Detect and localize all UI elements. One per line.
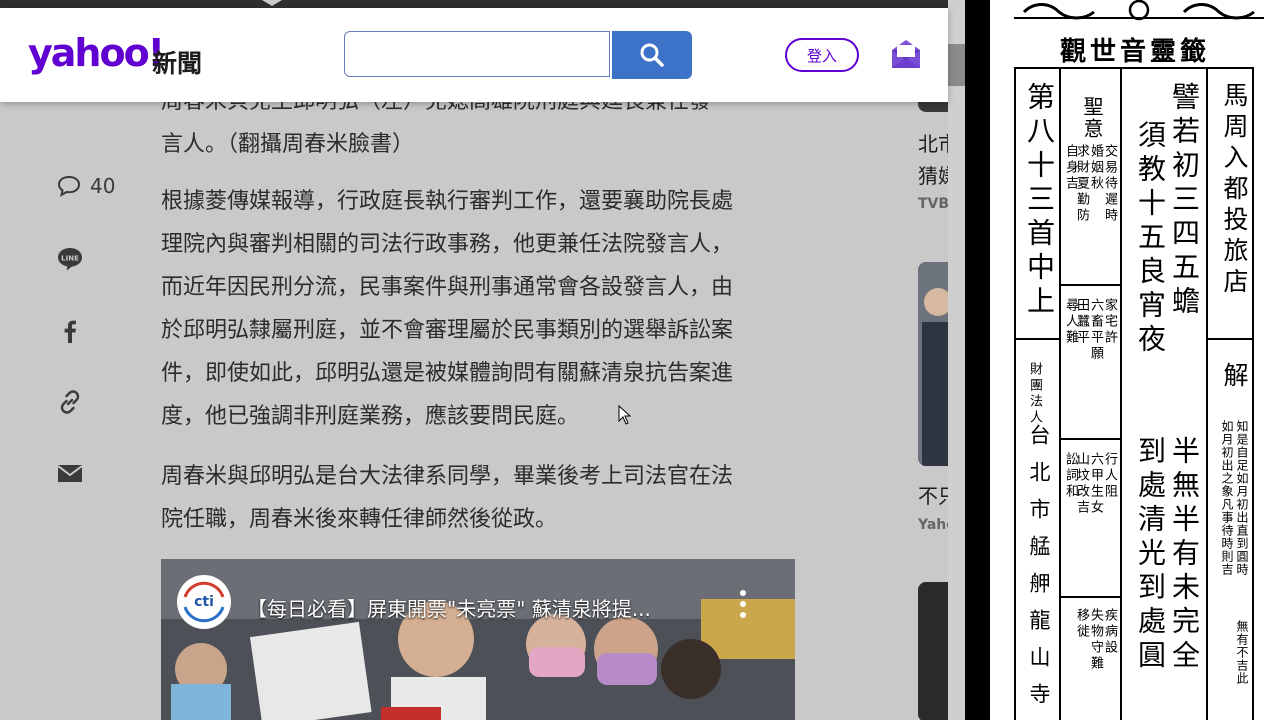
slip-interpretation-head: 解 xyxy=(1220,362,1249,393)
scrollbar-thumb[interactable] xyxy=(948,44,965,86)
row-divider xyxy=(1059,596,1121,598)
meaning-row: 移徙 xyxy=(1074,608,1089,640)
mouse-cursor-icon xyxy=(618,405,632,425)
channel-logo[interactable]: cti xyxy=(177,575,231,629)
meaning-row: 訟詞和 xyxy=(1063,452,1078,500)
yahoo-news-label[interactable]: 新聞 xyxy=(152,44,202,80)
caption-line: 言人。（翻攝周春米臉書） xyxy=(161,132,415,157)
meaning-row: 疾病設 xyxy=(1102,608,1117,656)
slip-interpretation-text: 如月初出之象凡事待時則吉 xyxy=(1220,420,1234,576)
meaning-row: 六畜平願 xyxy=(1088,298,1103,362)
paragraph-line: 周春米與邱明弘是台大法律系同學，畢業後考上司法官在法 xyxy=(161,464,734,489)
fortune-slip: 觀世音靈籤 馬周入都投旅店 解 知是自足如月初出直到圓時 如月初出之象凡事待時則… xyxy=(990,0,1280,720)
comment-icon xyxy=(57,175,81,198)
article-paragraph-1: 根據菱傳媒報導，行政庭長執行審判工作，還要襄助院長處 理院內與審判相關的司法行政… xyxy=(161,180,781,438)
row-divider xyxy=(1059,284,1121,286)
row-divider xyxy=(1206,338,1254,340)
link-icon xyxy=(60,390,80,414)
line-icon: LINE xyxy=(58,248,82,271)
comment-button[interactable]: 40 xyxy=(56,174,115,198)
meaning-row: 婚姻秋 xyxy=(1088,144,1103,192)
svg-text:cti: cti xyxy=(194,594,214,610)
login-button[interactable]: 登入 xyxy=(785,38,859,72)
search-icon xyxy=(640,43,664,67)
meaning-row: 家宅許 xyxy=(1102,298,1117,346)
slip-title: 觀世音靈籤 xyxy=(1059,37,1210,67)
cti-logo-icon: cti xyxy=(178,576,230,628)
right-rail-thumb-2[interactable] xyxy=(918,262,948,466)
video-thumbnail xyxy=(161,559,795,720)
yahoo-logo[interactable]: yahoo! xyxy=(28,34,165,72)
comment-count: 40 xyxy=(90,174,116,198)
mail-icon[interactable] xyxy=(890,38,922,70)
facebook-icon xyxy=(64,320,76,343)
video-title[interactable]: 【每日必看】屏東開票"未亮票" 蘇清泉將提... xyxy=(247,593,651,622)
meaning-row: 尋人難 xyxy=(1063,298,1078,346)
embedded-video[interactable]: cti 【每日必看】屏東開票"未亮票" 蘇清泉將提... xyxy=(161,559,795,720)
slip-interpretation-text: 知是自足如月初出直到圓時 xyxy=(1235,420,1249,576)
sacred-meaning-head: 聖意 xyxy=(1080,96,1104,140)
paragraph-line: 度，他已強調非刑庭業務，應該要問民庭。 xyxy=(161,404,580,429)
share-facebook-button[interactable] xyxy=(56,318,84,344)
browser-window: 北市 猜嫌 TVB 不只 Yaho 40 LINE 言人。（翻攝周春米臉書） 根… xyxy=(0,0,965,720)
poem-line-1: 譬若初三四五蟾 xyxy=(1168,82,1201,320)
slip-interpretation-text: 無有不吉此 xyxy=(1235,620,1249,685)
svg-text:LINE: LINE xyxy=(61,255,79,263)
scrollbar-track[interactable] xyxy=(948,0,965,720)
meaning-row: 自身吉 xyxy=(1063,144,1078,192)
foundation-label: 財團法人 xyxy=(1027,362,1042,426)
temple-name: 台北市艋舺龍山寺 xyxy=(1027,424,1051,720)
article-paragraph-2: 周春米與邱明弘是台大法律系同學，畢業後考上司法官在法 院任職，周春米後來轉任律師… xyxy=(161,455,781,541)
paragraph-line: 件，即使如此，邱明弘還是被媒體詢問有關蘇清泉抗告案進 xyxy=(161,361,734,386)
tab-notch xyxy=(262,0,282,6)
meaning-row: 六甲生女 xyxy=(1088,452,1103,516)
right-rail-source-1: TVB xyxy=(918,196,950,212)
more-options-icon[interactable] xyxy=(739,589,747,619)
poem-line-4: 到處清光到處圓 xyxy=(1134,436,1167,674)
paragraph-line: 而近年因民刑分流，民事案件與刑事通常會各設發言人，由 xyxy=(161,275,734,300)
paragraph-line: 於邱明弘隸屬刑庭，並不會審理屬於民事類別的選舉訴訟案 xyxy=(161,318,734,343)
site-header: yahoo! 新聞 登入 xyxy=(0,8,948,102)
meaning-row: 行人阻 xyxy=(1102,452,1117,500)
search-input[interactable] xyxy=(344,31,610,77)
paragraph-line: 理院內與審判相關的司法行政事務，他更兼任法院發言人， xyxy=(161,232,734,257)
share-line-button[interactable]: LINE xyxy=(56,245,84,273)
email-icon xyxy=(57,465,83,482)
search-button[interactable] xyxy=(612,31,692,79)
column-divider xyxy=(1120,67,1122,720)
column-divider xyxy=(1206,67,1208,720)
row-divider xyxy=(1014,338,1060,340)
slip-number: 第八十三首中上 xyxy=(1023,82,1056,320)
poem-line-2: 須教十五良宵夜 xyxy=(1134,120,1167,358)
row-divider xyxy=(1059,438,1121,440)
paragraph-line: 根據菱傳媒報導，行政庭長執行審判工作，還要襄助院長處 xyxy=(161,189,734,214)
copy-link-button[interactable] xyxy=(56,388,84,416)
dragon-ornament-icon xyxy=(1014,0,1264,21)
paragraph-line: 院任職，周春米後來轉任律師然後從政。 xyxy=(161,507,558,532)
share-email-button[interactable] xyxy=(56,462,84,484)
meaning-row: 交易待遲時 xyxy=(1102,144,1117,224)
thumb-2-image xyxy=(918,262,948,466)
slip-story-title: 馬周入都投旅店 xyxy=(1220,82,1249,299)
meaning-row: 失物守難 xyxy=(1088,608,1103,672)
poem-line-3: 半無半有未完全 xyxy=(1168,436,1201,674)
window-top-strip xyxy=(0,0,948,8)
right-rail-thumb-3[interactable] xyxy=(918,582,948,720)
